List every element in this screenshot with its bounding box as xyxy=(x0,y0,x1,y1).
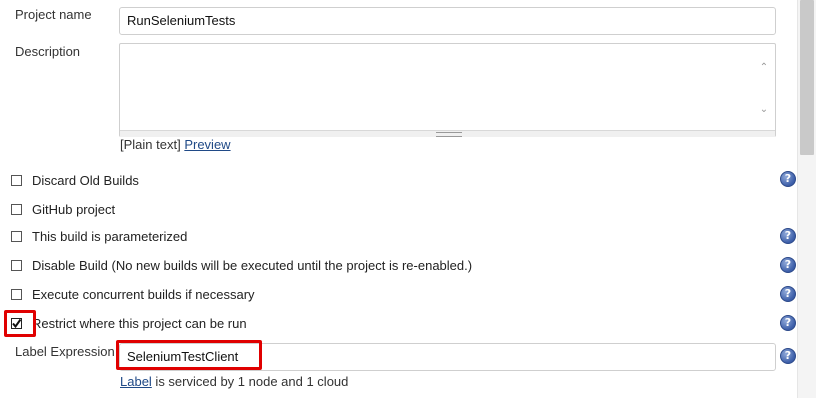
plain-text-indicator: [Plain text] xyxy=(120,137,181,152)
help-icon[interactable]: ? xyxy=(780,286,796,302)
project-name-input[interactable]: RunSeleniumTests xyxy=(119,7,776,35)
project-name-label: Project name xyxy=(15,7,92,22)
option-label: Discard Old Builds xyxy=(32,172,139,188)
option-label: Disable Build (No new builds will be exe… xyxy=(32,257,473,273)
label-link[interactable]: Label xyxy=(120,374,152,389)
option-label: GitHub project xyxy=(32,201,116,217)
option-discard-old-builds[interactable]: Discard Old Builds xyxy=(11,171,139,189)
help-icon[interactable]: ? xyxy=(780,348,796,364)
label-status-text: is serviced by 1 node and 1 cloud xyxy=(151,374,349,389)
label-status: Label is serviced by 1 node and 1 cloud xyxy=(120,374,348,389)
grip-lines-icon xyxy=(436,132,462,137)
option-disable-build[interactable]: Disable Build (No new builds will be exe… xyxy=(11,256,472,274)
checkbox-highlight xyxy=(4,310,36,337)
option-restrict-where-run[interactable]: Restrict where this project can be run xyxy=(11,314,247,332)
page-scrollbar[interactable] xyxy=(797,0,816,398)
preview-link[interactable]: Preview xyxy=(184,137,230,152)
description-format-row: [Plain text] Preview xyxy=(120,137,231,152)
checkbox[interactable] xyxy=(11,174,22,186)
label-expression-label: Label Expression xyxy=(15,344,115,359)
option-label: Restrict where this project can be run xyxy=(32,315,247,331)
chevron-down-icon[interactable]: ⌄ xyxy=(759,105,769,115)
option-label: This build is parameterized xyxy=(32,228,188,244)
checkbox[interactable] xyxy=(11,259,22,271)
help-icon[interactable]: ? xyxy=(780,228,796,244)
scrollbar-thumb[interactable] xyxy=(800,0,814,155)
job-config-page: Project name RunSeleniumTests Descriptio… xyxy=(0,0,816,398)
description-textarea[interactable]: ⌃ ⌄ xyxy=(119,43,776,137)
input-highlight xyxy=(116,340,262,370)
help-icon[interactable]: ? xyxy=(780,171,796,187)
checkbox[interactable] xyxy=(11,203,22,215)
option-parameterized[interactable]: This build is parameterized xyxy=(11,227,187,245)
checkbox[interactable] xyxy=(11,230,22,242)
chevron-up-icon[interactable]: ⌃ xyxy=(759,63,769,73)
resize-grip[interactable] xyxy=(120,130,775,137)
help-icon[interactable]: ? xyxy=(780,315,796,331)
option-concurrent-builds[interactable]: Execute concurrent builds if necessary xyxy=(11,285,255,303)
description-label: Description xyxy=(15,44,81,59)
option-label: Execute concurrent builds if necessary xyxy=(32,286,255,302)
checkbox[interactable] xyxy=(11,288,22,300)
option-github-project[interactable]: GitHub project xyxy=(11,200,115,218)
help-icon[interactable]: ? xyxy=(780,257,796,273)
